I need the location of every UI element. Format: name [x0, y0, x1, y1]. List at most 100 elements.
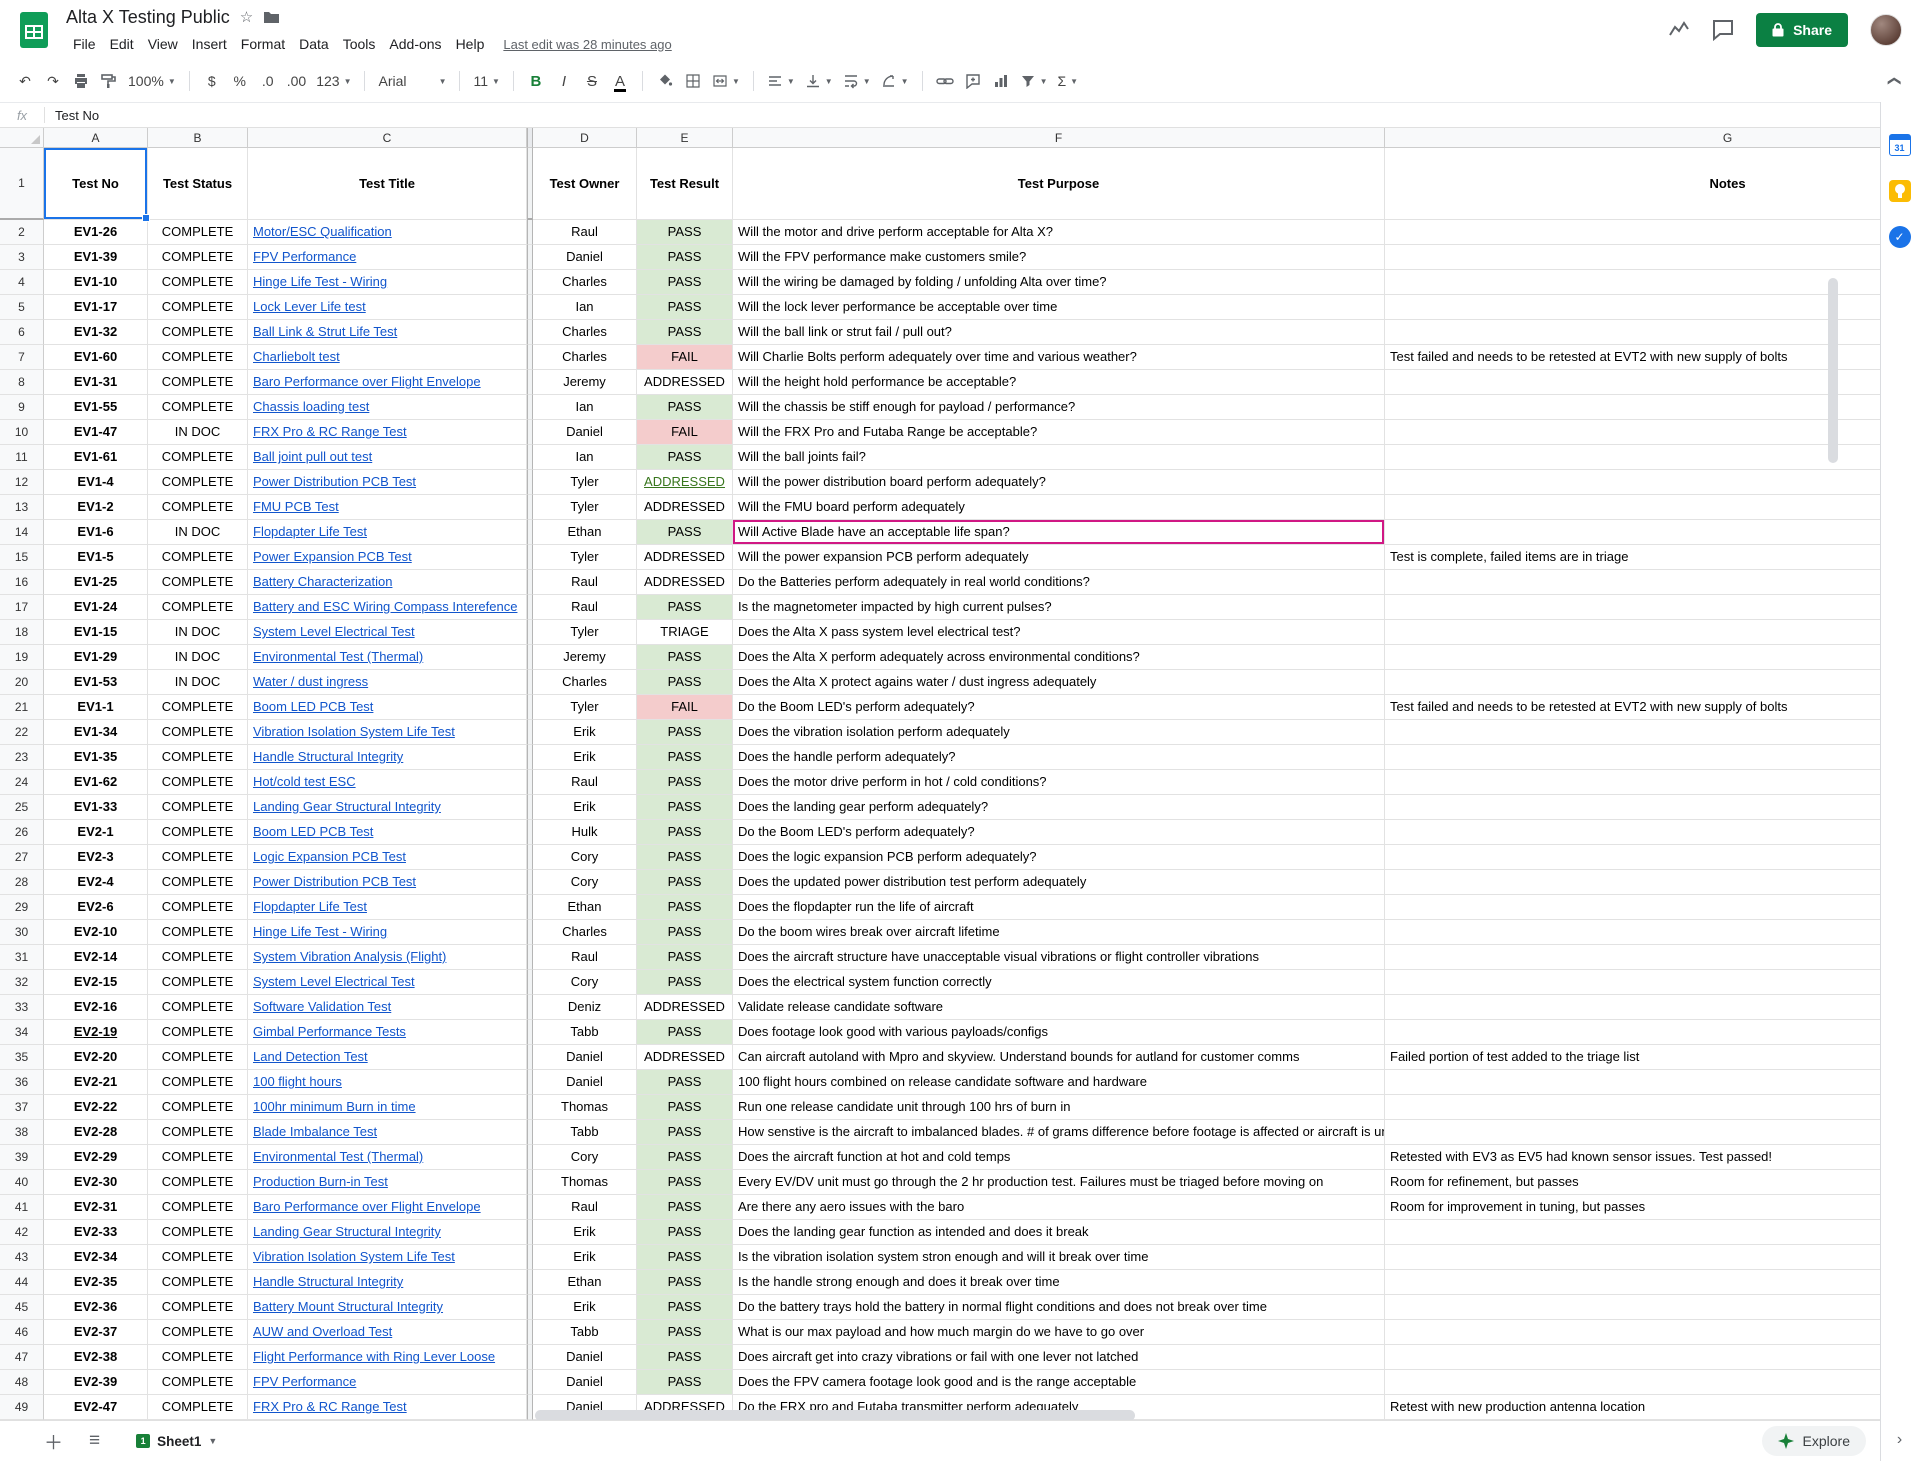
cell-B9[interactable]: COMPLETE [148, 395, 248, 420]
cell-A28[interactable]: EV2-4 [44, 870, 148, 895]
cell-C5[interactable]: Lock Lever Life test [248, 295, 527, 320]
cell-F4[interactable]: Will the wiring be damaged by folding / … [733, 270, 1385, 295]
cell-D40[interactable]: Thomas [533, 1170, 637, 1195]
cell-G48[interactable] [1385, 1370, 1880, 1395]
cell-G4[interactable] [1385, 270, 1880, 295]
cell-A40[interactable]: EV2-30 [44, 1170, 148, 1195]
cell-A13[interactable]: EV1-2 [44, 495, 148, 520]
cell-E25[interactable]: PASS [637, 795, 733, 820]
cell-E31[interactable]: PASS [637, 945, 733, 970]
cell-G30[interactable] [1385, 920, 1880, 945]
cell-B2[interactable]: COMPLETE [148, 220, 248, 245]
cell-C17[interactable]: Battery and ESC Wiring Compass Interefen… [248, 595, 527, 620]
cell-B20[interactable]: IN DOC [148, 670, 248, 695]
row-header-21[interactable]: 21 [0, 695, 44, 720]
cell-D19[interactable]: Jeremy [533, 645, 637, 670]
row-header-8[interactable]: 8 [0, 370, 44, 395]
cell-A48[interactable]: EV2-39 [44, 1370, 148, 1395]
cell-D18[interactable]: Tyler [533, 620, 637, 645]
cell-C6[interactable]: Ball Link & Strut Life Test [248, 320, 527, 345]
cell-C28[interactable]: Power Distribution PCB Test [248, 870, 527, 895]
cell-B29[interactable]: COMPLETE [148, 895, 248, 920]
cell-F32[interactable]: Does the electrical system function corr… [733, 970, 1385, 995]
cell-F47[interactable]: Does aircraft get into crazy vibrations … [733, 1345, 1385, 1370]
cell-B26[interactable]: COMPLETE [148, 820, 248, 845]
cell-E17[interactable]: PASS [637, 595, 733, 620]
cell-A37[interactable]: EV2-22 [44, 1095, 148, 1120]
cell-A14[interactable]: EV1-6 [44, 520, 148, 545]
cell-F33[interactable]: Validate release candidate software [733, 995, 1385, 1020]
cell-C18[interactable]: System Level Electrical Test [248, 620, 527, 645]
cell-C29[interactable]: Flopdapter Life Test [248, 895, 527, 920]
cell-B22[interactable]: COMPLETE [148, 720, 248, 745]
cell-F39[interactable]: Does the aircraft function at hot and co… [733, 1145, 1385, 1170]
cell-C43[interactable]: Vibration Isolation System Life Test [248, 1245, 527, 1270]
cell-B21[interactable]: COMPLETE [148, 695, 248, 720]
cell-A15[interactable]: EV1-5 [44, 545, 148, 570]
cell-C41[interactable]: Baro Performance over Flight Envelope [248, 1195, 527, 1220]
row-header-30[interactable]: 30 [0, 920, 44, 945]
cell-B49[interactable]: COMPLETE [148, 1395, 248, 1420]
cell-E37[interactable]: PASS [637, 1095, 733, 1120]
cell-A35[interactable]: EV2-20 [44, 1045, 148, 1070]
cell-A34[interactable]: EV2-19 [44, 1020, 148, 1045]
cell-E26[interactable]: PASS [637, 820, 733, 845]
cell-E20[interactable]: PASS [637, 670, 733, 695]
cell-F22[interactable]: Does the vibration isolation perform ade… [733, 720, 1385, 745]
cell-C2[interactable]: Motor/ESC Qualification [248, 220, 527, 245]
redo-button[interactable]: ↷ [40, 67, 66, 95]
cell-G26[interactable] [1385, 820, 1880, 845]
row-header-2[interactable]: 2 [0, 220, 44, 245]
select-all-button[interactable] [0, 128, 44, 148]
cell-G18[interactable] [1385, 620, 1880, 645]
row-header-26[interactable]: 26 [0, 820, 44, 845]
cell-A24[interactable]: EV1-62 [44, 770, 148, 795]
activity-icon[interactable] [1668, 19, 1690, 41]
cell-F27[interactable]: Does the logic expansion PCB perform ade… [733, 845, 1385, 870]
cell-E3[interactable]: PASS [637, 245, 733, 270]
cell-B41[interactable]: COMPLETE [148, 1195, 248, 1220]
cell-G40[interactable]: Room for refinement, but passes [1385, 1170, 1880, 1195]
cell-F2[interactable]: Will the motor and drive perform accepta… [733, 220, 1385, 245]
cell-A33[interactable]: EV2-16 [44, 995, 148, 1020]
row-header-38[interactable]: 38 [0, 1120, 44, 1145]
format-percent-button[interactable]: % [227, 67, 253, 95]
cell-B28[interactable]: COMPLETE [148, 870, 248, 895]
row-header-44[interactable]: 44 [0, 1270, 44, 1295]
cell-C19[interactable]: Environmental Test (Thermal) [248, 645, 527, 670]
row-header-41[interactable]: 41 [0, 1195, 44, 1220]
cell-C27[interactable]: Logic Expansion PCB Test [248, 845, 527, 870]
row-header-22[interactable]: 22 [0, 720, 44, 745]
cell-D48[interactable]: Daniel [533, 1370, 637, 1395]
add-sheet-button[interactable]: ＋ [44, 1428, 63, 1455]
cell-C14[interactable]: Flopdapter Life Test [248, 520, 527, 545]
column-header-D[interactable]: D [533, 128, 637, 148]
cell-D17[interactable]: Raul [533, 595, 637, 620]
cell-A22[interactable]: EV1-34 [44, 720, 148, 745]
cell-A7[interactable]: EV1-60 [44, 345, 148, 370]
font-select[interactable]: Arial▼ [374, 67, 450, 95]
cell-E24[interactable]: PASS [637, 770, 733, 795]
cell-C7[interactable]: Charliebolt test [248, 345, 527, 370]
cell-E28[interactable]: PASS [637, 870, 733, 895]
cell-C42[interactable]: Landing Gear Structural Integrity [248, 1220, 527, 1245]
cell-F13[interactable]: Will the FMU board perform adequately [733, 495, 1385, 520]
cell-B17[interactable]: COMPLETE [148, 595, 248, 620]
cell-G14[interactable] [1385, 520, 1880, 545]
cell-B3[interactable]: COMPLETE [148, 245, 248, 270]
cell-B27[interactable]: COMPLETE [148, 845, 248, 870]
cell-D31[interactable]: Raul [533, 945, 637, 970]
cell-D34[interactable]: Tabb [533, 1020, 637, 1045]
cell-E32[interactable]: PASS [637, 970, 733, 995]
cell-A20[interactable]: EV1-53 [44, 670, 148, 695]
cell-G42[interactable] [1385, 1220, 1880, 1245]
cell-D4[interactable]: Charles [533, 270, 637, 295]
cell-E16[interactable]: ADDRESSED [637, 570, 733, 595]
cell-D11[interactable]: Ian [533, 445, 637, 470]
cell-G20[interactable] [1385, 670, 1880, 695]
cell-A36[interactable]: EV2-21 [44, 1070, 148, 1095]
document-title[interactable]: Alta X Testing Public [66, 7, 230, 28]
cell-C32[interactable]: System Level Electrical Test [248, 970, 527, 995]
cell-D15[interactable]: Tyler [533, 545, 637, 570]
move-folder-icon[interactable] [263, 10, 280, 24]
